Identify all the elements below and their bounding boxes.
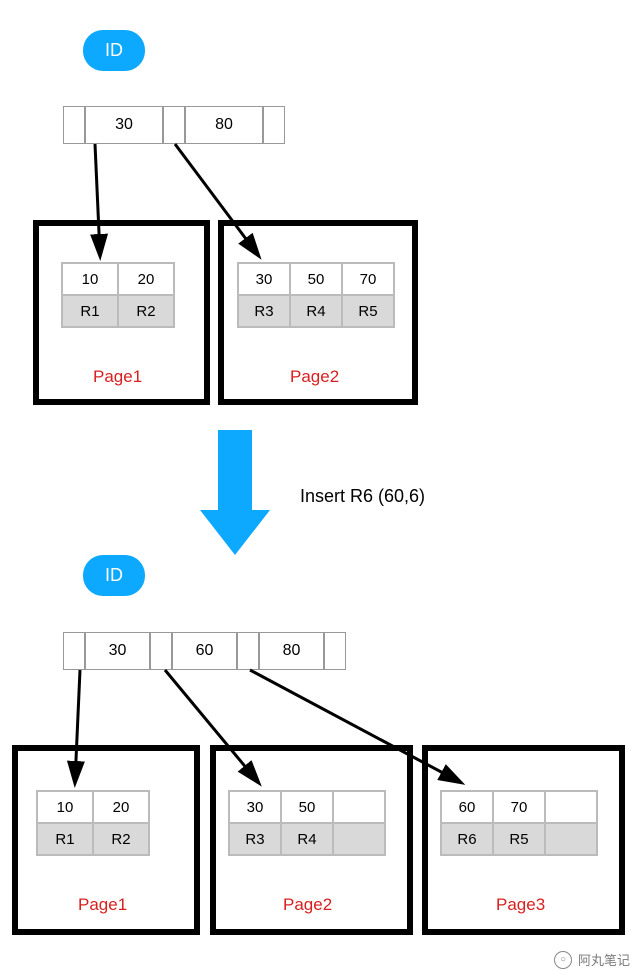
watermark: ○ 阿丸笔记 xyxy=(554,950,630,969)
key-cell xyxy=(333,791,385,823)
row-cell: R4 xyxy=(290,295,342,327)
page-table: 60 70 R6 R5 xyxy=(440,790,598,856)
transition-arrow-icon xyxy=(200,430,270,555)
root-key: 30 xyxy=(85,106,163,144)
row-cell: R6 xyxy=(441,823,493,855)
row-cell xyxy=(545,823,597,855)
row-cell xyxy=(333,823,385,855)
row-cell: R5 xyxy=(493,823,545,855)
root-key: 30 xyxy=(85,632,150,670)
root-key: 80 xyxy=(259,632,324,670)
key-cell: 10 xyxy=(62,263,118,295)
key-cell: 20 xyxy=(118,263,174,295)
transition-label: Insert R6 (60,6) xyxy=(300,486,425,507)
root-cell xyxy=(263,106,285,144)
key-cell: 30 xyxy=(229,791,281,823)
key-cell: 30 xyxy=(238,263,290,295)
root-cell xyxy=(237,632,259,670)
key-cell: 10 xyxy=(37,791,93,823)
page-label: Page1 xyxy=(78,895,127,915)
key-cell: 50 xyxy=(290,263,342,295)
root-cell xyxy=(63,106,85,144)
root-cell xyxy=(324,632,346,670)
root-key: 60 xyxy=(172,632,237,670)
key-cell: 70 xyxy=(493,791,545,823)
root-key: 80 xyxy=(185,106,263,144)
page-label: Page2 xyxy=(283,895,332,915)
row-cell: R3 xyxy=(238,295,290,327)
row-cell: R2 xyxy=(93,823,149,855)
key-cell: 60 xyxy=(441,791,493,823)
row-cell: R4 xyxy=(281,823,333,855)
page-table: 30 50 70 R3 R4 R5 xyxy=(237,262,395,328)
root-cell xyxy=(163,106,185,144)
row-cell: R5 xyxy=(342,295,394,327)
page-label: Page2 xyxy=(290,367,339,387)
key-cell xyxy=(545,791,597,823)
id-badge-before: ID xyxy=(83,30,145,71)
page-table: 10 20 R1 R2 xyxy=(61,262,175,328)
watermark-text: 阿丸笔记 xyxy=(578,950,630,969)
page-label: Page1 xyxy=(93,367,142,387)
id-badge-after: ID xyxy=(83,555,145,596)
page-table: 30 50 R3 R4 xyxy=(228,790,386,856)
root-cell xyxy=(150,632,172,670)
row-cell: R1 xyxy=(37,823,93,855)
row-cell: R3 xyxy=(229,823,281,855)
root-cell xyxy=(63,632,85,670)
row-cell: R2 xyxy=(118,295,174,327)
wechat-icon: ○ xyxy=(554,951,572,969)
page-label: Page3 xyxy=(496,895,545,915)
key-cell: 70 xyxy=(342,263,394,295)
row-cell: R1 xyxy=(62,295,118,327)
key-cell: 50 xyxy=(281,791,333,823)
page-table: 10 20 R1 R2 xyxy=(36,790,150,856)
key-cell: 20 xyxy=(93,791,149,823)
